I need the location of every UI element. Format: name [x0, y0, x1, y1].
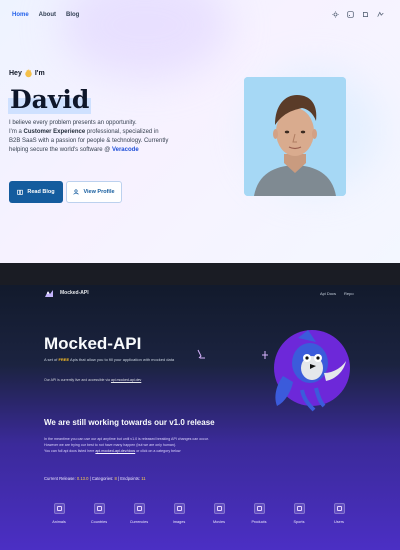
profile-portrait	[244, 77, 346, 196]
api-docs-url-link[interactable]: api.mocked-api.dev/docs	[95, 449, 135, 453]
hero-intro: I believe every problem presents an oppo…	[9, 119, 239, 155]
mocked-api-brand[interactable]: Mocked-API	[60, 290, 89, 296]
linkedin-icon[interactable]	[377, 11, 384, 18]
nav-icon-group	[332, 11, 384, 18]
release-version: 0.13.0	[76, 476, 89, 481]
category-label: Currencies	[129, 520, 149, 524]
veracode-link[interactable]: Veracode	[112, 147, 139, 153]
para-line-3: You can full api docs listed here api.mo…	[44, 448, 274, 454]
intro-line-2-pre: I'm a	[9, 129, 22, 135]
mocked-api-title: Mocked-API	[44, 334, 142, 353]
blue-jay-mascot	[274, 330, 350, 412]
intro-line-2-post: professional, specialized in	[86, 129, 159, 135]
endpoints-count: 11	[141, 476, 146, 481]
personal-site-section: Home About Blog Hey I'm David I believe …	[0, 0, 400, 263]
paw-icon	[53, 503, 65, 514]
box-icon	[253, 503, 265, 514]
read-blog-label: Read Blog	[27, 189, 55, 195]
mocked-api-logo-icon[interactable]	[44, 289, 54, 299]
intro-highlight: Customer Experience	[23, 129, 86, 135]
category-currencies[interactable]: Currencies	[121, 503, 157, 524]
nav-about-link[interactable]: About	[39, 12, 56, 18]
desc-pre: A set of	[44, 357, 58, 362]
top-nav: Home About Blog	[12, 12, 79, 18]
para-3-pre: You can full api docs listed here	[44, 449, 95, 454]
release-paragraph: In the meantime you can use our api anyt…	[44, 436, 274, 454]
globe-icon	[93, 503, 105, 514]
category-animals[interactable]: Animals	[41, 503, 77, 524]
category-label: Animals	[52, 520, 66, 524]
category-label: Countries	[90, 520, 108, 524]
category-label: Users	[334, 520, 344, 524]
waving-hand-icon	[25, 69, 32, 78]
category-products[interactable]: Products	[241, 503, 277, 524]
repo-link[interactable]: Repo	[344, 291, 354, 296]
category-label: Movies	[212, 520, 226, 524]
desc-post: Apis that allow you to fill your applica…	[70, 357, 175, 362]
user-icon	[73, 189, 80, 195]
view-profile-button[interactable]: View Profile	[66, 181, 122, 203]
categories-label: Categories:	[91, 476, 114, 481]
film-icon	[213, 503, 225, 514]
category-images[interactable]: Images	[161, 503, 197, 524]
greeting-hey: Hey	[9, 70, 22, 77]
category-sports[interactable]: Sports	[281, 503, 317, 524]
sun-icon[interactable]	[332, 11, 339, 18]
release-status: Current Release: 0.13.0 | Categories: 8 …	[44, 476, 146, 481]
category-movies[interactable]: Movies	[201, 503, 237, 524]
api-url-link[interactable]: api.mocked-api.dev	[111, 378, 141, 382]
intro-line-4: helping secure the world's software @ Ve…	[9, 146, 239, 155]
category-label: Sports	[293, 520, 305, 524]
categories-count: 8	[114, 476, 117, 481]
sparkle-doodle-icon	[197, 349, 205, 359]
mocked-api-description: A set of FREE Apis that allow you to fil…	[44, 357, 194, 363]
api-docs-link[interactable]: Api Docs	[320, 291, 336, 296]
category-label: Products	[251, 520, 267, 524]
intro-line-4-pre: helping secure the world's software @	[9, 147, 111, 153]
ball-icon	[293, 503, 305, 514]
intro-line-3: B2B SaaS with a passion for people & tec…	[9, 138, 169, 144]
category-countries[interactable]: Countries	[81, 503, 117, 524]
view-profile-label: View Profile	[83, 189, 115, 195]
portrait-illustration	[244, 77, 346, 196]
greeting: Hey I'm	[9, 69, 45, 78]
mocked-api-note: Our API is currently live and accessible…	[44, 378, 141, 382]
category-users[interactable]: Users	[321, 503, 357, 524]
para-3-post: or click on a category below	[136, 449, 181, 454]
coin-icon	[133, 503, 145, 514]
read-blog-button[interactable]: Read Blog	[9, 181, 63, 203]
endpoints-label: Endpoints:	[120, 476, 141, 481]
hero-name: David	[8, 85, 92, 114]
book-icon	[17, 189, 24, 195]
nav-blog-link[interactable]: Blog	[66, 12, 79, 18]
release-headline: We are still working towards our v1.0 re…	[44, 418, 215, 427]
nav-home-link[interactable]: Home	[12, 12, 29, 18]
github-icon[interactable]	[362, 11, 369, 18]
section-divider	[0, 263, 400, 285]
intro-line-1: I believe every problem presents an oppo…	[9, 120, 137, 126]
greeting-im: I'm	[34, 70, 45, 77]
intro-line-2: I'm a Customer Experience professional, …	[9, 128, 239, 137]
users-icon	[333, 503, 345, 514]
category-label: Images	[172, 520, 186, 524]
desc-free: FREE	[58, 357, 70, 362]
rss-icon[interactable]	[347, 11, 354, 18]
image-icon	[173, 503, 185, 514]
note-pre: Our API is currently live and accessible…	[44, 378, 110, 382]
release-label: Current Release:	[44, 476, 76, 481]
